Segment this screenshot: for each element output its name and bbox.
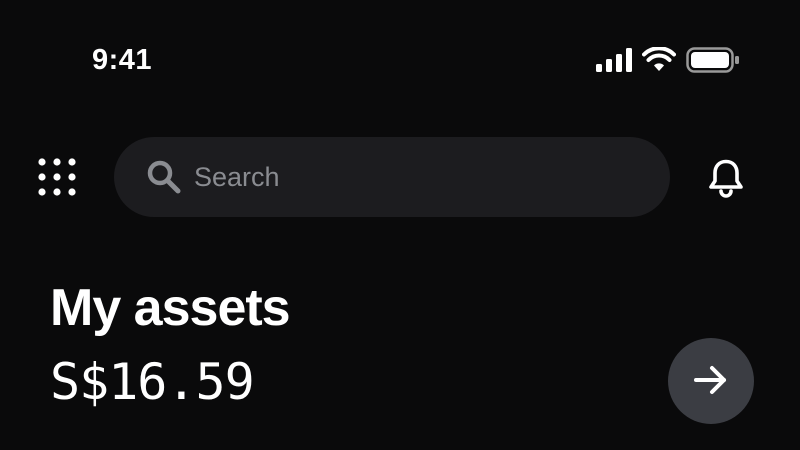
battery-icon — [686, 47, 740, 73]
status-icons — [596, 44, 740, 76]
grid-dots-icon[interactable] — [37, 157, 77, 197]
cellular-signal-icon — [596, 48, 632, 72]
status-bar: 9:41 — [0, 0, 800, 120]
search-icon — [146, 159, 182, 195]
status-time: 9:41 — [92, 44, 153, 76]
assets-total-value: S$16.59 — [50, 353, 255, 411]
search-input[interactable] — [194, 152, 670, 202]
search-bar[interactable] — [114, 137, 670, 217]
wifi-icon — [642, 47, 676, 73]
view-assets-button[interactable] — [668, 338, 754, 424]
assets-title: My assets — [50, 279, 291, 337]
bell-icon[interactable] — [706, 158, 746, 198]
arrow-right-icon — [693, 364, 729, 399]
